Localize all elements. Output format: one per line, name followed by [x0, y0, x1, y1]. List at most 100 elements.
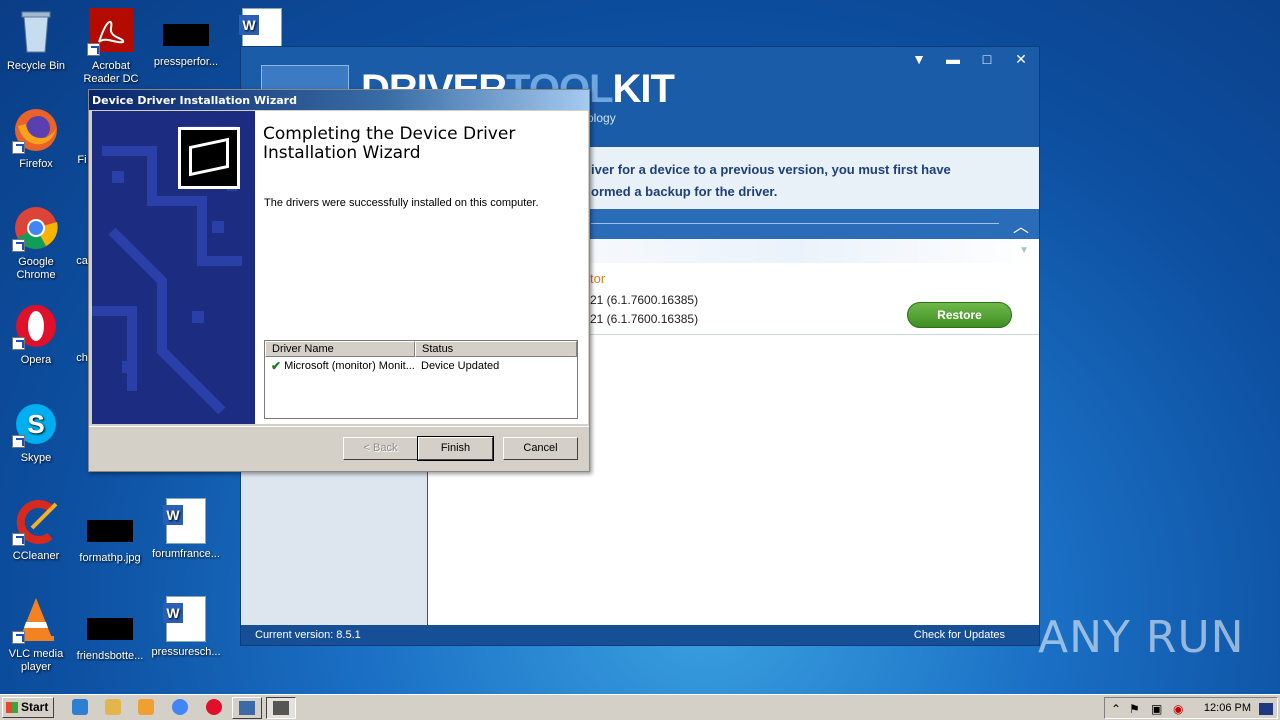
opera-icon[interactable] [206, 699, 222, 715]
firefox-icon [12, 106, 60, 154]
list-item[interactable]: ✔ Microsoft (monitor) Monit... Device Upd… [265, 357, 577, 375]
system-tray: ⌃ ⚑ ▣ ◉ 12:06 PM [1104, 697, 1278, 719]
current-version: Current version: 8.5.1 [255, 629, 361, 641]
wizard-buttons: < Back Finish Cancel [89, 426, 589, 470]
media-player-icon[interactable] [138, 699, 154, 715]
column-header-status[interactable]: Status [415, 341, 577, 357]
heading-line: Completing the Device Driver [263, 124, 516, 144]
desktop-icon-recycle-bin[interactable]: Recycle Bin [0, 8, 74, 73]
desktop-icon-label: Skype [20, 452, 52, 464]
svg-text:S: S [27, 409, 44, 439]
shortcut-arrow-icon [12, 435, 25, 448]
desktop-icon-label: formathp.jpg [79, 552, 141, 564]
vlc-icon [12, 596, 60, 644]
divider [591, 223, 999, 224]
shortcut-arrow-icon [12, 533, 25, 546]
wizard-icon [273, 701, 289, 715]
maximize-icon[interactable]: □ [977, 51, 997, 68]
action-center-flag-icon[interactable]: ⚑ [1129, 702, 1140, 716]
wizard-message: The drivers were successfully installed … [264, 197, 539, 209]
desktop-icon-acrobat[interactable]: Acrobat Reader DC [73, 8, 149, 86]
taskbar-driver-toolkit[interactable] [232, 697, 262, 719]
desktop-icon-label: CCleaner [12, 550, 60, 562]
info-line: ormed a backup for the driver. [591, 184, 778, 199]
driver-status: Device Updated [421, 360, 500, 372]
list-header: Driver Name Status [265, 341, 577, 357]
toolkit-subtitle: ology [587, 111, 616, 125]
brand-part: KIT [612, 67, 675, 111]
chrome-icon[interactable] [172, 699, 188, 715]
internet-explorer-icon[interactable] [72, 699, 88, 715]
show-hidden-icons-icon[interactable]: ⌃ [1111, 702, 1121, 716]
window-controls: ▼ ▬ □ ✕ [909, 51, 1031, 68]
close-icon[interactable]: ✕ [1011, 51, 1031, 68]
driver-toolkit-icon [239, 701, 255, 715]
desktop-icon-skype[interactable]: S Skype [0, 400, 74, 465]
windows-logo-icon [6, 702, 18, 713]
desktop-icon-google-chrome[interactable]: Google Chrome [0, 204, 74, 282]
driver-install-wizard: Device Driver Installation Wizard Comple… [88, 89, 590, 472]
wizard-content: Completing the Device Driver Installatio… [255, 111, 588, 424]
desktop-icon-label: Acrobat Reader DC [83, 60, 139, 85]
finish-button[interactable]: Finish [417, 436, 494, 461]
dialog-title: Device Driver Installation Wizard [89, 90, 589, 110]
minimize-icon[interactable]: ▬ [943, 51, 963, 68]
power-icon[interactable]: ▣ [1151, 702, 1162, 716]
shortcut-arrow-icon [87, 43, 100, 56]
column-header-driver-name[interactable]: Driver Name [265, 341, 415, 357]
shortcut-arrow-icon [12, 337, 25, 350]
status-bar: Current version: 8.5.1 Check for Updates [241, 625, 1039, 645]
restore-button[interactable]: Restore [907, 302, 1012, 328]
word-document-icon: W [163, 596, 206, 642]
desktop-icon-formathp[interactable]: formathp.jpg [72, 504, 148, 565]
ccleaner-icon [12, 498, 60, 546]
driver-name: Microsoft (monitor) Monit... [284, 360, 415, 372]
desktop-icon-label: forumfrance... [152, 548, 220, 560]
chrome-icon [12, 204, 60, 252]
shortcut-arrow-icon [12, 631, 25, 644]
entry-version: 21 (6.1.7600.16385) [590, 293, 699, 307]
checkmark-icon: ✔ [271, 359, 282, 373]
desktop-icon-label: Recycle Bin [6, 60, 66, 72]
desktop-icon-label: friendsbotte... [76, 650, 144, 662]
desktop-icon-label: pressperfor... [153, 56, 219, 68]
recycle-bin-icon [12, 8, 60, 56]
info-line: iver for a device to a previous version,… [591, 162, 951, 177]
chevron-up-icon[interactable]: ︿ [1013, 213, 1029, 237]
acrobat-icon [87, 8, 135, 56]
image-thumbnail-icon [163, 24, 209, 46]
network-icon[interactable]: ◉ [1173, 702, 1183, 716]
dropdown-icon[interactable]: ▼ [909, 51, 929, 68]
entry-version: 21 (6.1.7600.16385) [590, 312, 699, 326]
desktop-icon-pressuresch[interactable]: W pressuresch... [148, 596, 224, 659]
desktop-icon-ccleaner[interactable]: CCleaner [0, 498, 74, 563]
taskbar: Start ⌃ ⚑ ▣ ◉ 12:06 PM [0, 694, 1280, 720]
wizard-heading: Completing the Device Driver Installatio… [263, 125, 515, 163]
desktop-icon-friendsbotte[interactable]: friendsbotte... [72, 602, 148, 663]
anyrun-watermark: ANY RUN [1038, 612, 1245, 663]
start-button[interactable]: Start [2, 697, 54, 718]
show-desktop-icon[interactable] [1259, 703, 1273, 715]
word-document-icon: W [163, 498, 206, 544]
info-text: iver for a device to a previous version,… [591, 159, 951, 203]
taskbar-wizard[interactable] [266, 697, 296, 719]
shortcut-arrow-icon [12, 239, 25, 252]
entry-title: tor [590, 271, 606, 286]
check-updates-link[interactable]: Check for Updates [914, 629, 1005, 641]
desktop-icon-pressperfor[interactable]: pressperfor... [148, 8, 224, 69]
hardware-driver-icon [178, 127, 240, 189]
cancel-button[interactable]: Cancel [503, 437, 578, 460]
desktop-icon-vlc[interactable]: VLC media player [0, 596, 74, 674]
image-thumbnail-icon [87, 520, 133, 542]
file-explorer-icon[interactable] [105, 699, 121, 715]
heading-line: Installation Wizard [263, 143, 421, 163]
image-thumbnail-icon [87, 618, 133, 640]
desktop-icon-forumfrance[interactable]: W forumfrance... [148, 498, 224, 561]
back-button[interactable]: < Back [343, 437, 418, 460]
desktop-icon-label: VLC media player [8, 648, 64, 673]
desktop-icon-label: pressuresch... [151, 646, 221, 658]
collapse-icon[interactable]: ▼ [1019, 245, 1029, 256]
driver-list[interactable]: Driver Name Status ✔ Microsoft (monitor) … [264, 340, 578, 419]
skype-icon: S [12, 400, 60, 448]
clock[interactable]: 12:06 PM [1204, 702, 1251, 714]
